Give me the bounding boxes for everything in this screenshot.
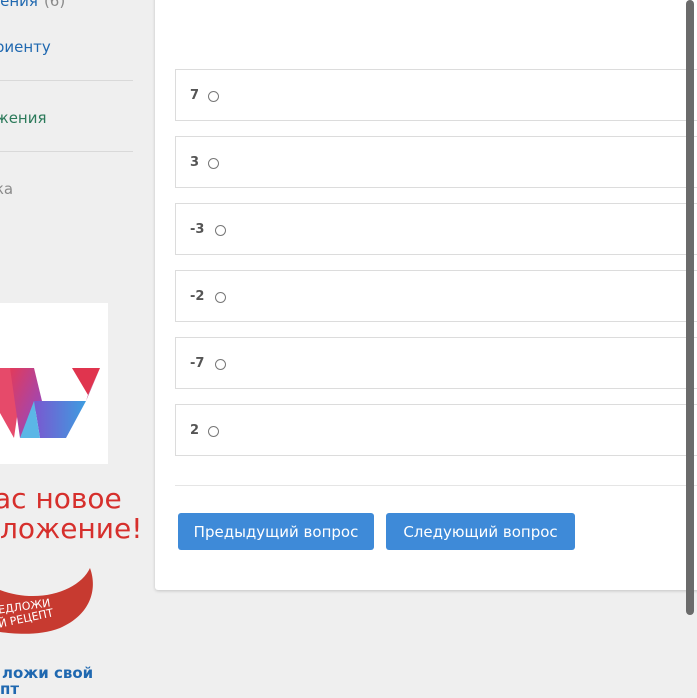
sidebar: щения(6) уриенту ожения вка д <box>0 0 155 698</box>
option-label: 3 <box>190 155 200 170</box>
answer-option[interactable]: -2 <box>175 270 697 322</box>
answer-option[interactable]: -3 <box>175 203 697 255</box>
promo-line: ложение! <box>0 512 143 545</box>
divider <box>0 80 133 81</box>
option-label: 7 <box>190 88 200 103</box>
option-label: -2 <box>190 289 205 304</box>
radio-icon[interactable] <box>215 359 226 370</box>
scrollbar[interactable] <box>686 0 694 615</box>
previous-question-button[interactable]: Предыдущий вопрос <box>178 513 374 550</box>
radio-icon[interactable] <box>215 292 226 303</box>
sidebar-link-label: щения <box>0 0 38 10</box>
ribbon-text: ЕДЛОЖИ Й РЕЦЕПТ <box>0 560 110 640</box>
next-question-button[interactable]: Следующий вопрос <box>386 513 575 550</box>
sidebar-link-messages[interactable]: щения (6) <box>0 0 65 10</box>
option-label: -3 <box>190 222 205 237</box>
radio-icon[interactable] <box>215 225 226 236</box>
recipe-ribbon[interactable]: ЕДЛОЖИ Й РЕЦЕПТ <box>0 560 110 640</box>
option-label: -7 <box>190 356 205 371</box>
answer-option[interactable]: 2 <box>175 404 697 456</box>
answer-option[interactable]: 3 <box>175 136 697 188</box>
message-count: (6) <box>43 0 66 10</box>
link-line: ложи свой <box>2 664 94 682</box>
suggest-recipe-link[interactable]: ложи свой пт <box>0 665 93 697</box>
divider <box>0 151 133 152</box>
promo-line: ас новое <box>0 482 122 515</box>
radio-icon[interactable] <box>208 91 219 102</box>
sidebar-link-setting[interactable]: вка <box>0 180 13 198</box>
promo-heading: ас новое ложение! <box>0 484 142 544</box>
option-label: 2 <box>190 423 200 438</box>
divider <box>175 485 697 486</box>
answer-option[interactable]: -7 <box>175 337 697 389</box>
answer-option[interactable]: 7 <box>175 69 697 121</box>
link-line: пт <box>0 680 20 698</box>
logo-shape <box>0 368 100 438</box>
sidebar-link-suggestions[interactable]: ожения <box>0 109 47 127</box>
sidebar-link-tutor[interactable]: уриенту <box>0 38 51 56</box>
radio-icon[interactable] <box>208 426 219 437</box>
radio-icon[interactable] <box>208 158 219 169</box>
app-logo[interactable] <box>0 303 108 464</box>
